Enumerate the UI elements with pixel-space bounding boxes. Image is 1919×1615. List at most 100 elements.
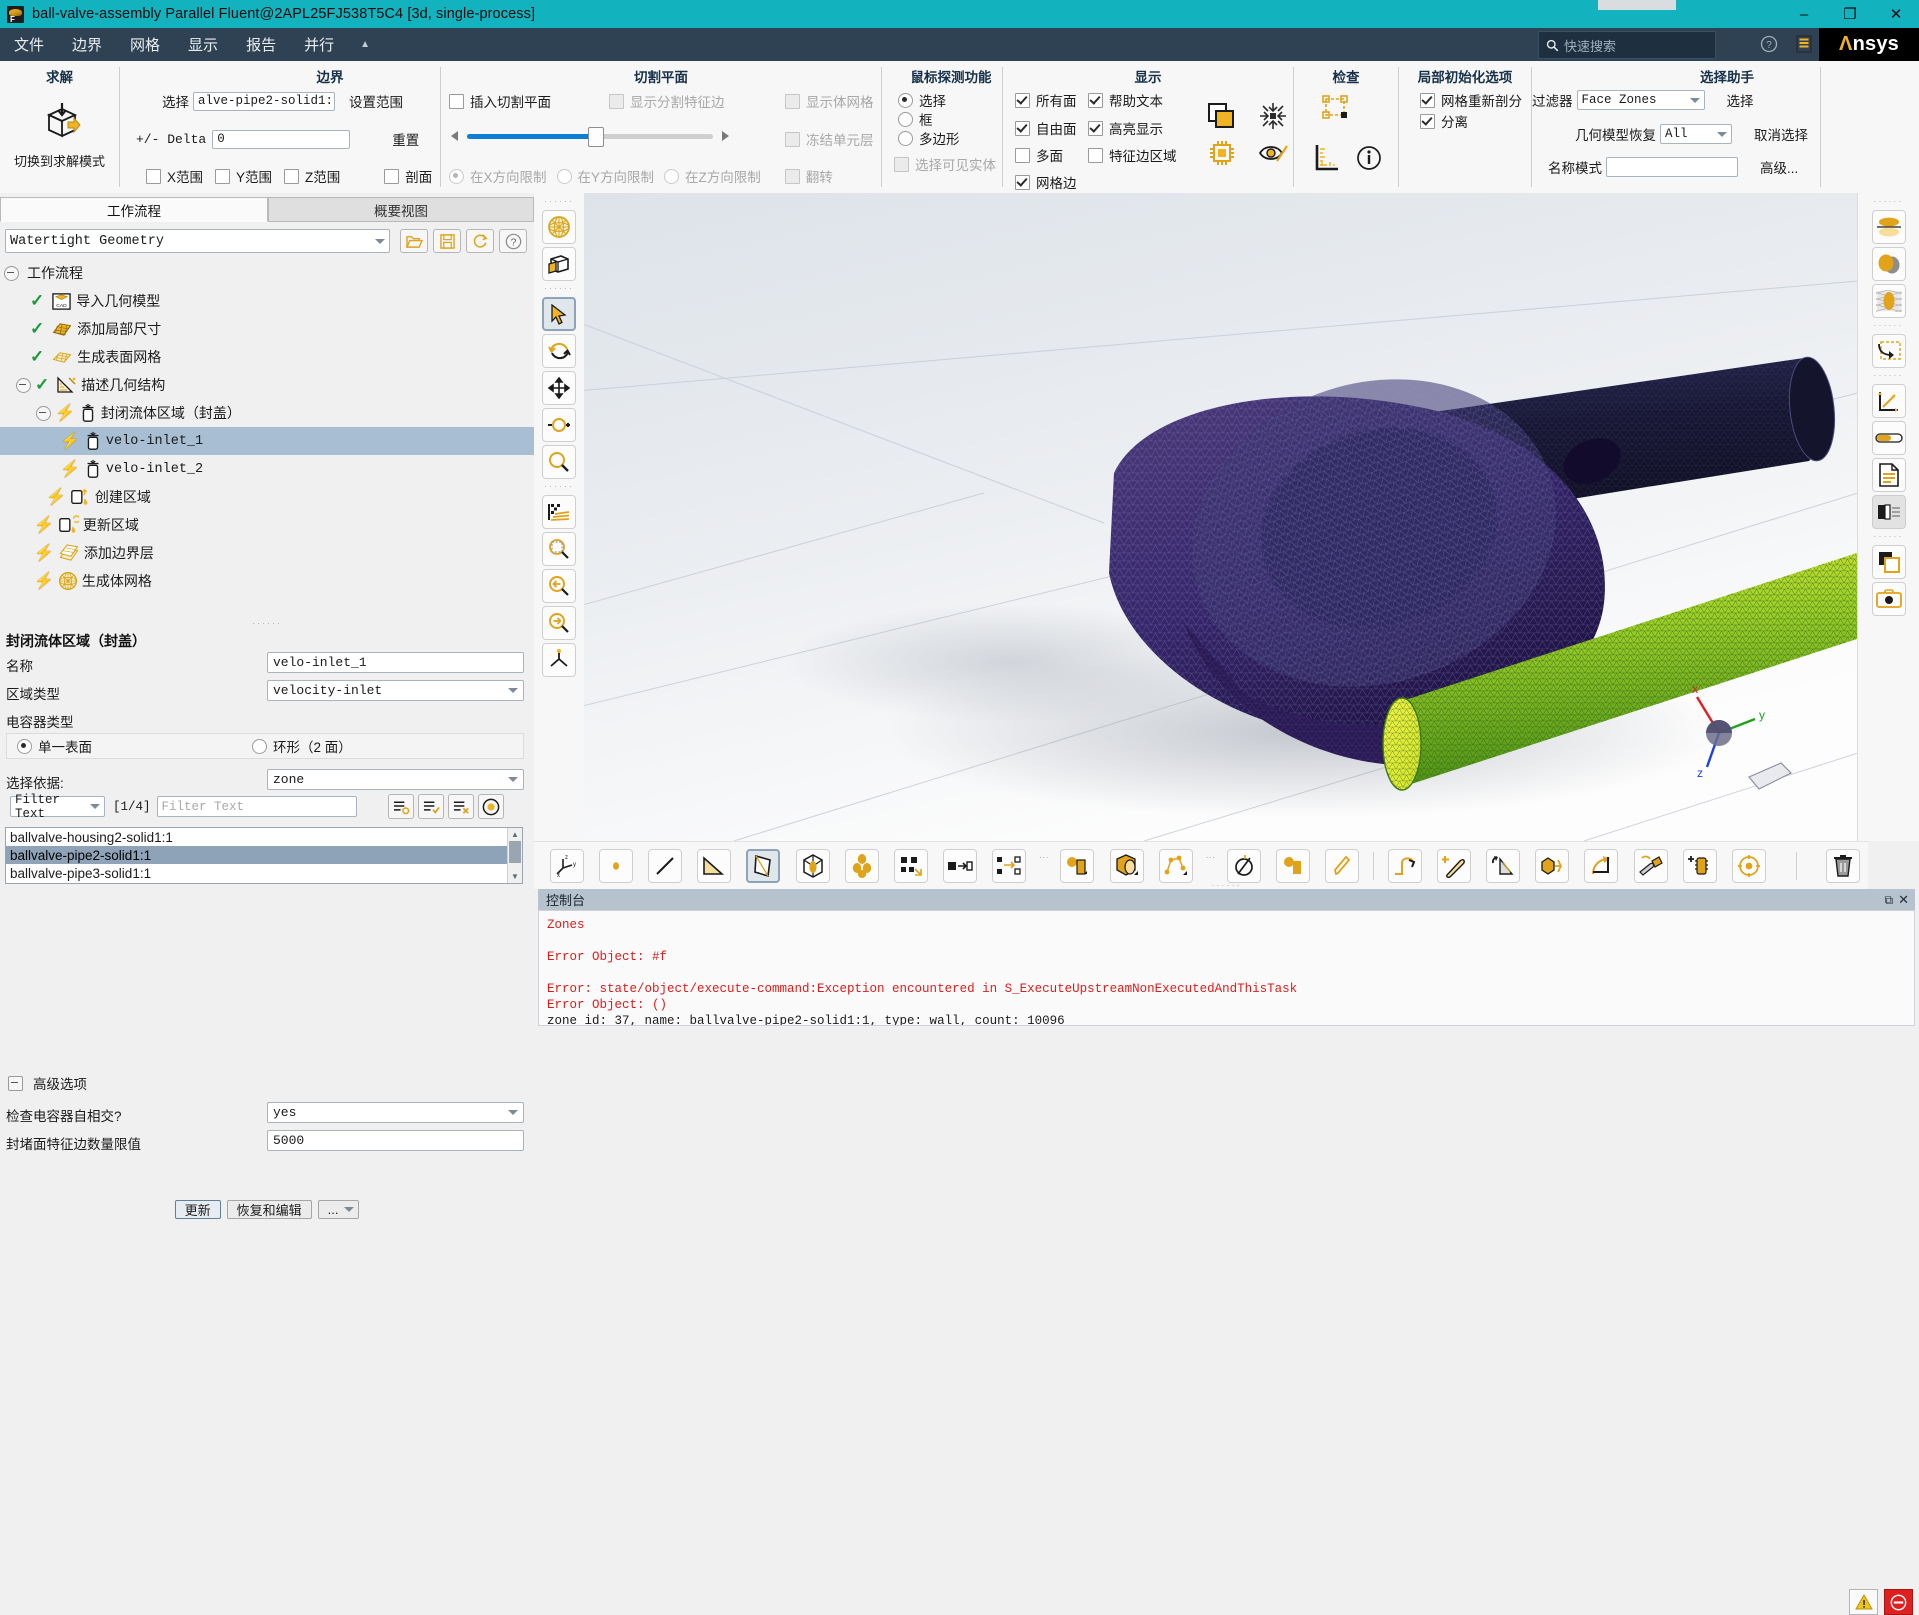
advanced-expander-icon[interactable] [8, 1075, 23, 1091]
face-select-icon[interactable] [697, 848, 732, 883]
zoom-to-box-icon[interactable] [542, 532, 576, 566]
toolbar-grip[interactable]: ⋮ [1039, 853, 1049, 879]
undock-icon[interactable]: ⧉ [1885, 893, 1894, 908]
select-all-icon[interactable] [388, 794, 414, 819]
tree-node-describe-geometry[interactable]: ✓ 描述几何结构 [0, 371, 534, 399]
path-select-icon[interactable] [1158, 848, 1193, 883]
feature-edge-zones-checkbox[interactable] [1088, 147, 1103, 163]
mesh-overlay-icon[interactable] [1871, 284, 1906, 318]
boundary-select-input[interactable]: alve-pipe2-solid1:1 [193, 91, 335, 111]
tab-workflow[interactable]: 工作流程 [0, 197, 268, 222]
diameter-icon[interactable] [1227, 848, 1262, 883]
graphics-viewport[interactable]: Mesh ✕ [584, 193, 1858, 841]
tree-node-enclose-fluid-regions[interactable]: ⚡ 封闭流体区域（封盖） [0, 399, 534, 427]
tree-node-generate-surface-mesh[interactable]: ✓ 生成表面网格 [0, 343, 534, 371]
edge-select-icon[interactable] [647, 848, 682, 883]
filter-text-input[interactable]: Filter Text [156, 796, 357, 817]
highlight-checkbox[interactable] [1088, 120, 1103, 136]
y-range-checkbox[interactable] [215, 168, 231, 184]
list-item[interactable]: ballvalve-pipe3-solid1:1 [6, 864, 522, 882]
select-visible-entities-checkbox[interactable] [894, 156, 909, 172]
name-input[interactable]: velo-inlet_1 [267, 652, 524, 673]
filter-text-combo[interactable]: Filter Text [10, 793, 105, 821]
menu-item-display[interactable]: 显示 [174, 28, 232, 61]
zone-list[interactable]: ballvalve-housing2-solid1:1 ballvalve-pi… [0, 827, 534, 888]
menu-item-boundary[interactable]: 边界 [58, 28, 116, 61]
camera-icon[interactable] [1871, 582, 1906, 616]
self-intersect-combo[interactable]: yes [267, 1102, 524, 1123]
edit-pencil-icon[interactable] [1325, 848, 1360, 883]
deselect-icon[interactable] [448, 794, 474, 819]
flip-face-icon[interactable] [1485, 848, 1520, 883]
cutplane-slider[interactable] [467, 126, 713, 147]
tab-outline-view[interactable]: 概要视图 [268, 197, 534, 222]
limit-z-radio[interactable] [664, 168, 680, 184]
toolbar-grip[interactable]: ······ [1858, 197, 1919, 207]
collapse-ribbon-icon[interactable]: ▲ [348, 39, 382, 50]
zoom-out-icon[interactable] [542, 569, 576, 603]
tree-node-velo-inlet-2[interactable]: ⚡ velo-inlet_2 [0, 455, 534, 483]
menu-item-parallel[interactable]: 并行 [290, 28, 348, 61]
section-checkbox[interactable] [384, 168, 400, 184]
list-item[interactable]: ballvalve-housing2-solid1:1 [6, 828, 522, 846]
freeze-cell-layer-checkbox[interactable] [785, 131, 800, 147]
separate-checkbox[interactable] [1420, 113, 1435, 129]
toolbar-grip[interactable]: ······ [1858, 321, 1919, 331]
restore-edit-button[interactable]: 恢复和编辑 [226, 1200, 312, 1219]
zoom-in-out-icon[interactable] [542, 408, 576, 442]
show-volume-mesh-checkbox[interactable] [785, 93, 800, 109]
delta-input[interactable]: 0 [212, 129, 351, 149]
tree-node-import-geometry[interactable]: ✓ CAD 导入几何模型 [0, 287, 534, 315]
filter-combo[interactable]: Face Zones [1576, 90, 1705, 110]
maximize-button[interactable]: ❐ [1827, 0, 1873, 28]
more-menu-button[interactable]: ... [317, 1200, 360, 1219]
expander-icon[interactable] [36, 405, 51, 421]
render-view-icon[interactable] [542, 495, 576, 529]
undo-rotate-icon[interactable] [1387, 848, 1422, 883]
select-next-icon[interactable] [943, 848, 978, 883]
info-icon[interactable] [1356, 145, 1382, 171]
limit-x-radio[interactable] [449, 168, 464, 184]
mesh-display-icon[interactable] [542, 210, 576, 244]
select-button[interactable]: 选择 [1727, 90, 1754, 110]
geometry-display-icon[interactable] [542, 247, 576, 281]
highlight-selection-icon[interactable] [478, 794, 504, 819]
toolbar-grip[interactable]: ······ [534, 482, 584, 492]
tree-node-add-boundary-layers[interactable]: ⚡ 添加边界层 [0, 539, 534, 567]
cluster-select-icon[interactable] [844, 848, 879, 883]
close-button[interactable]: ✕ [1873, 0, 1919, 28]
refresh-icon[interactable] [466, 229, 494, 253]
zoom-magnifier-icon[interactable] [542, 445, 576, 479]
node-select-icon[interactable] [598, 848, 633, 883]
switch-to-solver-icon[interactable] [41, 101, 83, 143]
scroll-up-icon[interactable]: ▲ [508, 828, 522, 841]
error-icon[interactable] [1884, 1589, 1913, 1615]
toolbar-grip[interactable]: ······ [1858, 532, 1919, 542]
toolbar-grip[interactable]: ······ [534, 284, 584, 294]
probe-polygon-radio[interactable] [898, 130, 913, 146]
warning-icon[interactable] [1849, 1589, 1878, 1615]
multi-faces-checkbox[interactable] [1015, 147, 1030, 163]
visibility-icon[interactable] [1258, 141, 1288, 165]
split-body-icon[interactable] [1535, 848, 1570, 883]
center-target-icon[interactable] [1731, 848, 1766, 883]
insert-cutplane-checkbox[interactable] [449, 93, 464, 109]
slider-right-arrow[interactable] [722, 131, 729, 141]
select-filtered-icon[interactable] [418, 794, 444, 819]
probe-select-radio[interactable] [898, 92, 913, 108]
minimize-button[interactable]: – [1781, 0, 1827, 28]
annulus-radio[interactable] [252, 738, 267, 754]
select-by-combo[interactable]: zone [267, 769, 524, 790]
workflow-type-combo[interactable]: Watertight Geometry [5, 229, 390, 253]
scroll-down-icon[interactable]: ▼ [508, 870, 522, 883]
fit-to-window-icon[interactable] [1258, 101, 1288, 131]
tree-node-workflow[interactable]: 工作流程 [0, 259, 534, 287]
name-pattern-input[interactable] [1606, 157, 1738, 177]
console-output[interactable]: Zones Error Object: #f Error: state/obje… [538, 910, 1915, 1026]
x-range-checkbox[interactable] [146, 168, 161, 184]
help-icon[interactable]: ? [1760, 35, 1778, 53]
z-range-checkbox[interactable] [284, 168, 300, 184]
menu-item-file[interactable]: 文件 [0, 28, 58, 61]
remesh-checkbox[interactable] [1420, 92, 1435, 108]
menu-item-report[interactable]: 报告 [232, 28, 290, 61]
